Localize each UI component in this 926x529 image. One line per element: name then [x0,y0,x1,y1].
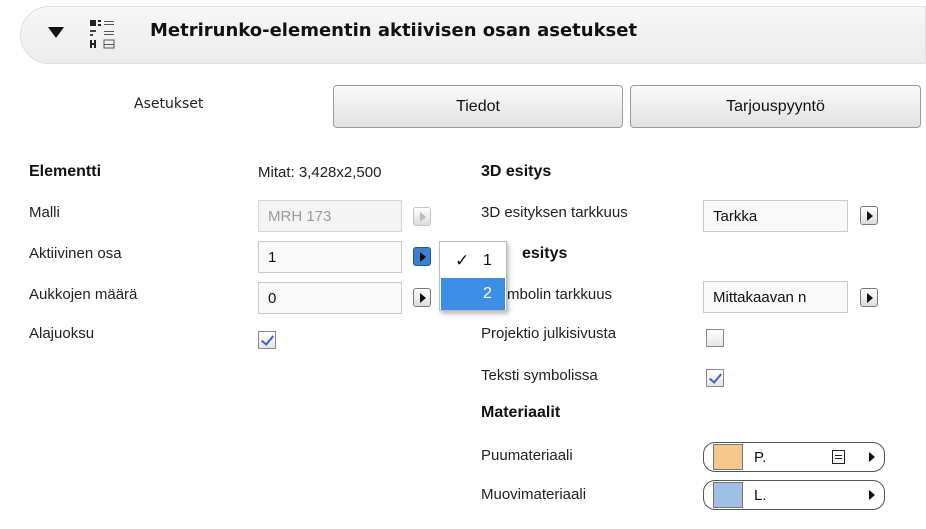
dropdown-item-1[interactable]: ✓ 1 [441,245,505,277]
openings-arrow-button[interactable] [413,288,431,307]
plastic-color-swatch [713,482,743,508]
document-icon [832,450,845,464]
element-heading: Elementti [29,163,102,180]
checkmark-icon: ✓ [455,251,470,270]
wood-material-value: P. [754,449,767,466]
view2d-heading: esitys [522,245,568,262]
active-part-arrow-button[interactable] [413,247,431,266]
plastic-material-arrow-icon [869,490,875,500]
active-part-dropdown[interactable]: ✓ 1 2 [439,241,507,311]
collapse-triangle-icon[interactable] [48,27,64,38]
view3d-detail-label: 3D esityksen tarkkuus [481,204,628,221]
wood-material-picker[interactable]: P. [703,442,885,472]
plastic-material-value: L. [754,487,767,504]
plastic-material-picker[interactable]: L. [703,480,885,510]
materials-heading: Materiaalit [481,404,561,421]
bottom-label: Alajuoksu [29,325,95,342]
wood-material-arrow-icon [869,452,875,462]
dropdown-item-label: 1 [483,252,492,269]
view3d-detail-field[interactable]: Tarkka [703,200,848,232]
tab-details-button[interactable]: Tiedot [333,85,623,128]
active-part-label: Aktiivinen osa [29,245,122,262]
model-field: MRH 173 [258,200,402,232]
symbol-detail-label: mbolin tarkkuus [507,286,613,303]
wood-color-swatch [713,444,743,470]
tab-quote-button[interactable]: Tarjouspyyntö [630,85,921,128]
panel-settings-icon [90,20,115,49]
view3d-detail-arrow-button[interactable] [860,206,878,225]
wood-material-label: Puumateriaali [481,447,573,464]
dropdown-item-2[interactable]: 2 [441,278,505,310]
text-in-symbol-checkbox[interactable] [706,369,724,387]
openings-label: Aukkojen määrä [29,286,138,303]
view3d-heading: 3D esitys [481,163,552,180]
projection-label: Projektio julkisivusta [481,325,617,342]
openings-field[interactable]: 0 [258,282,402,314]
section-title: Metrirunko-elementin aktiivisen osan ase… [150,20,638,41]
text-in-symbol-label: Teksti symbolissa [481,367,598,384]
plastic-material-label: Muovimateriaali [481,486,587,503]
tab-settings[interactable]: Asetukset [134,96,203,112]
symbol-detail-field[interactable]: Mittakaavan n [703,281,848,313]
dropdown-item-label: 2 [483,285,492,302]
symbol-detail-arrow-button[interactable] [860,288,878,307]
bottom-checkbox[interactable] [258,331,276,349]
element-size: Mitat: 3,428x2,500 [258,164,382,181]
model-label: Malli [29,204,60,221]
active-part-field[interactable]: 1 [258,241,402,273]
model-arrow-button [413,207,431,226]
projection-checkbox[interactable] [706,329,724,347]
